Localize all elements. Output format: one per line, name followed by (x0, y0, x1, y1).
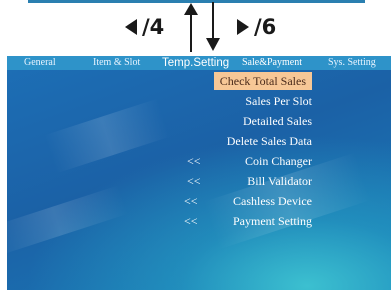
left-page-hint: /4 (124, 14, 164, 40)
right-page-label: /6 (254, 15, 277, 39)
right-page-hint: /6 (236, 14, 276, 40)
menu-item-cashless-device[interactable]: Cashless Device (233, 192, 312, 210)
navigation-hint: /4 /6 (0, 0, 391, 56)
menu-item-coin-changer[interactable]: Coin Changer (245, 152, 312, 170)
submenu-marker: << (187, 174, 201, 188)
tab-temp-setting[interactable]: Temp.Setting (162, 56, 229, 70)
menu-item-payment-setting[interactable]: Payment Setting (233, 212, 312, 230)
tab-bar: General Item & Slot Temp.Setting Sale&Pa… (7, 56, 391, 70)
settings-screen: General Item & Slot Temp.Setting Sale&Pa… (7, 56, 391, 290)
tab-general[interactable]: General (24, 56, 56, 70)
tab-item-slot[interactable]: Item & Slot (93, 56, 140, 70)
down-arrow-icon (206, 2, 220, 51)
left-page-label: /4 (142, 15, 165, 39)
menu-item-detailed-sales[interactable]: Detailed Sales (243, 112, 312, 130)
background-streak (43, 98, 171, 174)
menu-item-delete-sales-data[interactable]: Delete Sales Data (227, 132, 312, 150)
up-arrow-icon (184, 3, 198, 52)
menu-item-sales-per-slot[interactable]: Sales Per Slot (245, 92, 312, 110)
right-arrow-icon (237, 19, 249, 35)
submenu-marker: << (184, 214, 198, 228)
menu-item-bill-validator[interactable]: Bill Validator (247, 172, 312, 190)
tab-sys-setting[interactable]: Sys. Setting (328, 56, 376, 70)
submenu-marker: << (184, 194, 198, 208)
background-streak (7, 185, 129, 257)
left-arrow-icon (125, 19, 137, 35)
menu-item-check-total-sales[interactable]: Check Total Sales (213, 72, 312, 90)
tab-sale-payment[interactable]: Sale&Payment (242, 56, 302, 70)
submenu-marker: << (187, 154, 201, 168)
